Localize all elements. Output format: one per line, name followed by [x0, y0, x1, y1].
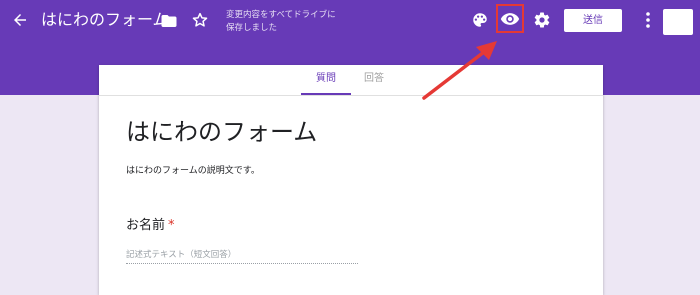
tab-responses[interactable]: 回答 — [351, 65, 397, 95]
more-vert-icon[interactable] — [641, 11, 655, 29]
star-icon[interactable] — [191, 11, 209, 29]
arrow-back-icon[interactable] — [11, 11, 29, 29]
form-editor-card: 質問 回答 はにわのフォーム はにわのフォームの説明文です。 お名前 * 記述式テ… — [99, 65, 603, 295]
save-status-text: 変更内容をすべてドライブに 保存しました — [226, 10, 336, 33]
eye-icon[interactable] — [500, 9, 520, 29]
send-button[interactable]: 送信 — [564, 9, 622, 32]
form-description[interactable]: はにわのフォームの説明文です。 — [126, 164, 260, 178]
required-mark: * — [168, 218, 175, 233]
tab-questions[interactable]: 質問 — [301, 65, 351, 95]
form-name-title[interactable]: はにわのフォーム — [41, 9, 169, 31]
question-label[interactable]: お名前 * — [126, 216, 175, 236]
palette-icon[interactable] — [471, 11, 489, 29]
question-title: お名前 — [126, 218, 166, 233]
short-answer-placeholder: 記述式テキスト（短文回答） — [126, 248, 358, 264]
folder-icon[interactable] — [160, 12, 178, 30]
avatar[interactable] — [663, 9, 693, 35]
form-title[interactable]: はにわのフォーム — [126, 115, 317, 149]
gear-icon[interactable] — [533, 11, 551, 29]
editor-tabs: 質問 回答 — [99, 65, 603, 96]
